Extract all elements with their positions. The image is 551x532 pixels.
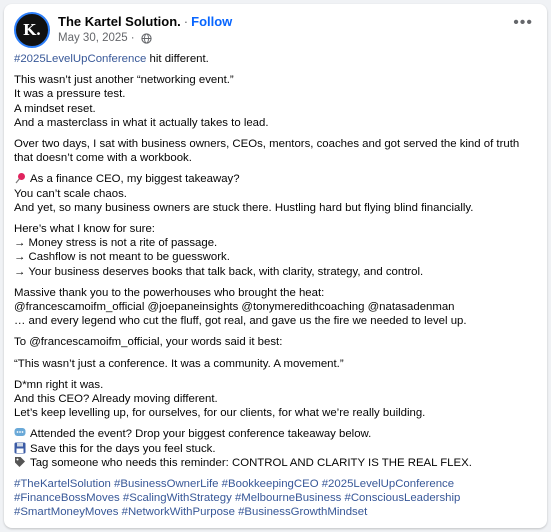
text-line: Let’s keep levelling up, for ourselves, …: [14, 407, 426, 420]
text-line: To @francescamoifm_official, your words …: [14, 336, 283, 349]
text-line: You can’t scale chaos.: [14, 187, 127, 200]
hashtags-paragraph: #TheKartelSolution #BusinessOwnerLife #B…: [14, 477, 537, 520]
paragraph-5: Massive thank you to the powerhouses who…: [14, 286, 537, 329]
post-header: K. The Kartel Solution. · Follow May 30, 2…: [14, 12, 537, 52]
post-meta: The Kartel Solution. · Follow May 30, 2025…: [58, 13, 232, 46]
text-line: As a finance CEO, my biggest takeaway?: [14, 172, 537, 186]
paragraph-6: To @francescamoifm_official, your words …: [14, 335, 537, 349]
list-item: → Your business deserves books that talk…: [14, 265, 424, 278]
text-line: … and every legend who cut the fluff, go…: [14, 315, 467, 328]
post-card: K. The Kartel Solution. · Follow May 30, 2…: [4, 4, 547, 528]
text-line: Massive thank you to the powerhouses who…: [14, 286, 325, 299]
cta-line: Attended the event? Drop your biggest co…: [14, 427, 537, 441]
text-line: Over two days, I sat with business owner…: [14, 138, 520, 165]
paragraph-4: Here’s what I know for sure: → Money str…: [14, 222, 537, 279]
paragraph-7: “This wasn’t just a conference. It was a…: [14, 357, 537, 371]
more-options-icon[interactable]: •••: [513, 15, 533, 31]
cta-line: Tag someone who needs this reminder: CON…: [14, 456, 537, 470]
hashtags-line[interactable]: #FinanceBossMoves #ScalingWithStrategy #…: [14, 491, 537, 505]
intro-text: hit different.: [146, 53, 209, 65]
text-line: D*mn right it was.: [14, 378, 104, 391]
quote-line: “This wasn’t just a conference. It was a…: [14, 357, 344, 370]
list-item: → Cashflow is not meant to be guesswork.: [14, 251, 230, 264]
hashtags-line[interactable]: #SmartMoneyMoves #NetworkWithPurpose #Bu…: [14, 505, 537, 519]
speech-bubble-icon: [14, 428, 26, 437]
cta-text: Attended the event? Drop your biggest co…: [30, 428, 372, 441]
hashtags-line[interactable]: #TheKartelSolution #BusinessOwnerLife #B…: [14, 477, 537, 491]
text-line: Here’s what I know for sure:: [14, 223, 155, 236]
cta-text: Tag someone who needs this reminder: CON…: [30, 456, 472, 469]
paragraph-1: This wasn’t just another “networking eve…: [14, 73, 537, 130]
cta-text: Save this for the days you feel stuck.: [30, 442, 216, 455]
paragraph-8: D*mn right it was. And this CEO? Already…: [14, 378, 537, 421]
mentions-line[interactable]: @francescamoifm_official @joepaneinsight…: [14, 300, 537, 314]
paragraph-3: As a finance CEO, my biggest takeaway? Y…: [14, 172, 537, 215]
text-line: This wasn’t just another “networking eve…: [14, 74, 234, 87]
avatar-initial: K.: [22, 21, 42, 39]
floppy-disk-icon: [14, 442, 26, 454]
list-item: → Money stress is not a rite of passage.: [14, 237, 218, 250]
post-timestamp-line: May 30, 2025 ·: [58, 30, 232, 46]
text-line: A mindset reset.: [14, 102, 96, 115]
label-tag-icon: [15, 456, 25, 467]
pushpin-icon: [15, 173, 25, 184]
hashtag-link[interactable]: #2025LevelUpConference: [14, 53, 146, 65]
text-line: And a masterclass in what it actually ta…: [14, 116, 269, 129]
separator-dot: ·: [130, 32, 135, 44]
post-date[interactable]: May 30, 2025: [58, 30, 128, 46]
cta-line: Save this for the days you feel stuck.: [14, 442, 537, 456]
globe-icon: [140, 32, 152, 44]
text-line: It was a pressure test.: [14, 88, 126, 101]
paragraph-2: Over two days, I sat with business owner…: [14, 137, 537, 165]
text-line: And yet, so many business owners are stu…: [14, 201, 474, 214]
page-name-link[interactable]: The Kartel Solution.: [58, 14, 181, 29]
intro-paragraph: #2025LevelUpConference hit different.: [14, 52, 537, 66]
para3-first-line: As a finance CEO, my biggest takeaway?: [30, 173, 240, 186]
avatar[interactable]: K.: [14, 12, 50, 48]
post-body: #2025LevelUpConference hit different. Th…: [14, 52, 537, 520]
follow-button[interactable]: Follow: [191, 14, 232, 29]
text-line: And this CEO? Already moving different.: [14, 393, 218, 406]
name-line: The Kartel Solution. · Follow: [58, 13, 232, 30]
separator-dot: ·: [183, 14, 189, 29]
cta-paragraph: Attended the event? Drop your biggest co…: [14, 427, 537, 470]
